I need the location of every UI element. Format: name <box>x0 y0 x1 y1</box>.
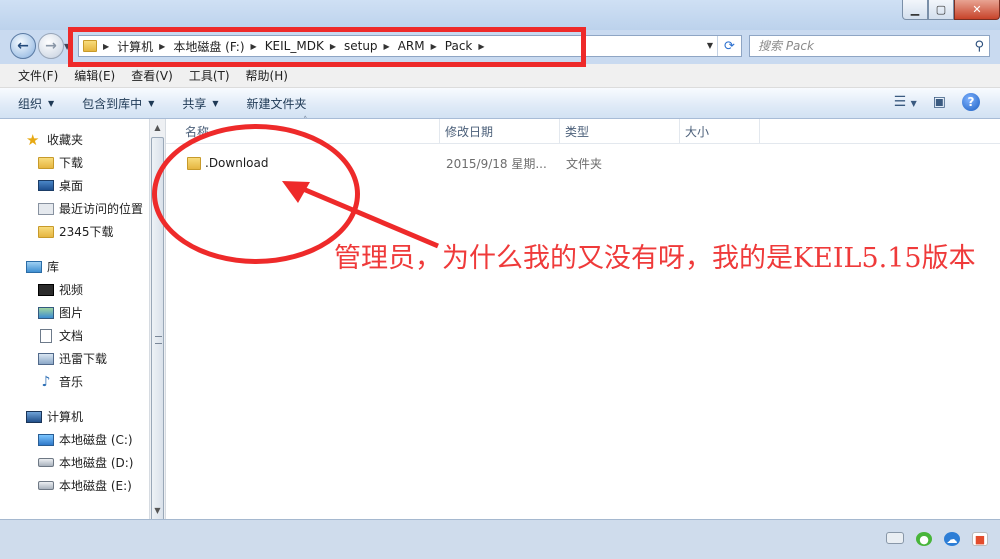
refresh-button[interactable]: ⟳ <box>717 36 741 56</box>
scroll-up-icon[interactable]: ▲ <box>150 119 165 136</box>
search-icon[interactable]: ⚲ <box>974 39 984 54</box>
navigation-pane: ★ 收藏夹 下载 桌面 最近访问的位置 2345下载 库 视频 图片 文档 迅雷下… <box>0 119 149 519</box>
hard-drive-icon <box>38 481 54 490</box>
music-note-icon: ♪ <box>41 373 51 390</box>
include-in-library-button[interactable]: 包含到库中 ▼ <box>82 95 154 112</box>
cloud-icon[interactable]: ☁ <box>944 532 960 546</box>
video-icon <box>38 283 54 296</box>
search-input[interactable] <box>758 39 958 53</box>
grip-icon <box>155 336 162 344</box>
refresh-icon: ⟳ <box>724 38 735 54</box>
nav-computer[interactable]: 计算机 <box>0 405 149 428</box>
library-icon <box>26 260 42 273</box>
nav-item-drive-e[interactable]: 本地磁盘 (E:) <box>0 474 149 497</box>
folder-highlight-circle <box>152 124 360 264</box>
computer-icon <box>26 410 42 423</box>
system-drive-icon <box>38 433 54 446</box>
organize-button[interactable]: 组织 ▼ <box>18 95 54 112</box>
nav-item-thunder-downloads[interactable]: 迅雷下载 <box>0 347 149 370</box>
system-tray-icon[interactable]: ■ <box>972 532 988 546</box>
column-size[interactable]: 大小 <box>680 119 760 144</box>
nav-item-downloads[interactable]: 下载 <box>0 151 149 174</box>
hard-drive-icon <box>38 458 54 467</box>
nav-item-documents[interactable]: 文档 <box>0 324 149 347</box>
nav-item-drive-c[interactable]: 本地磁盘 (C:) <box>0 428 149 451</box>
document-icon <box>40 328 52 343</box>
wechat-icon[interactable]: ● <box>916 532 932 546</box>
file-type-cell: 文件夹 <box>566 156 603 171</box>
status-bar: ● ☁ ■ <box>0 519 1000 559</box>
nav-favorites[interactable]: ★ 收藏夹 <box>0 128 149 151</box>
thunder-download-icon <box>38 352 54 365</box>
nav-item-pictures[interactable]: 图片 <box>0 301 149 324</box>
forward-button[interactable]: → <box>38 33 64 59</box>
folder-icon <box>38 225 54 238</box>
menu-edit[interactable]: 编辑(E) <box>66 67 123 84</box>
nav-item-2345-downloads[interactable]: 2345下载 <box>0 220 149 243</box>
star-icon: ★ <box>26 130 40 149</box>
desktop-icon <box>38 180 54 191</box>
column-type[interactable]: 类型 <box>560 119 680 144</box>
column-modified[interactable]: 修改日期 <box>440 119 560 144</box>
address-highlight-box <box>68 27 586 67</box>
menu-tools[interactable]: 工具(T) <box>181 67 238 84</box>
file-modified-cell: 2015/9/18 星期... <box>446 156 547 171</box>
title-bar: ▁ ▢ ✕ <box>0 0 1000 30</box>
forward-arrow-icon: → <box>45 38 57 54</box>
maximize-icon: ▢ <box>935 3 947 16</box>
folder-icon <box>38 156 54 169</box>
nav-item-music[interactable]: ♪ 音乐 <box>0 370 149 393</box>
help-icon[interactable]: ? <box>962 93 980 111</box>
picture-icon <box>38 306 54 319</box>
minimize-icon: ▁ <box>910 3 920 16</box>
menu-bar: 文件(F) 编辑(E) 查看(V) 工具(T) 帮助(H) <box>0 64 1000 88</box>
toolbar-right: ☰ ▼ ▣ ? <box>894 93 980 111</box>
back-button[interactable]: ← <box>10 33 36 59</box>
annotation-text: 管理员，为什么我的又没有呀，我的是KEIL5.15版本 <box>334 243 976 274</box>
scroll-down-icon[interactable]: ▼ <box>150 502 165 519</box>
close-icon: ✕ <box>972 3 982 16</box>
menu-help[interactable]: 帮助(H) <box>238 67 296 84</box>
share-button[interactable]: 共享 ▼ <box>182 95 218 112</box>
nav-libraries[interactable]: 库 <box>0 255 149 278</box>
preview-pane-icon[interactable]: ▣ <box>933 94 946 110</box>
nav-item-recent[interactable]: 最近访问的位置 <box>0 197 149 220</box>
recent-places-icon <box>38 202 54 215</box>
command-toolbar: 组织 ▼ 包含到库中 ▼ 共享 ▼ 新建文件夹 ☰ ▼ ▣ ? <box>0 88 1000 119</box>
back-arrow-icon: ← <box>17 38 29 54</box>
menu-file[interactable]: 文件(F) <box>10 67 66 84</box>
search-box: ⚲ <box>749 35 990 57</box>
tray-icons: ● ☁ ■ <box>886 532 988 546</box>
maximize-button[interactable]: ▢ <box>928 0 954 20</box>
view-options-icon[interactable]: ☰ ▼ <box>894 94 917 110</box>
nav-item-drive-d[interactable]: 本地磁盘 (D:) <box>0 451 149 474</box>
chevron-down-icon: ▼ <box>212 98 219 108</box>
keyboard-icon[interactable] <box>886 532 904 544</box>
nav-item-videos[interactable]: 视频 <box>0 278 149 301</box>
minimize-button[interactable]: ▁ <box>902 0 928 20</box>
menu-view[interactable]: 查看(V) <box>123 67 181 84</box>
close-button[interactable]: ✕ <box>954 0 1000 20</box>
chevron-down-icon: ▼ <box>48 98 55 108</box>
nav-item-desktop[interactable]: 桌面 <box>0 174 149 197</box>
new-folder-button[interactable]: 新建文件夹 <box>247 95 307 112</box>
address-dropdown-icon[interactable]: ▼ <box>707 41 713 50</box>
window-controls: ▁ ▢ ✕ <box>902 0 1000 20</box>
chevron-down-icon: ▼ <box>148 98 155 108</box>
